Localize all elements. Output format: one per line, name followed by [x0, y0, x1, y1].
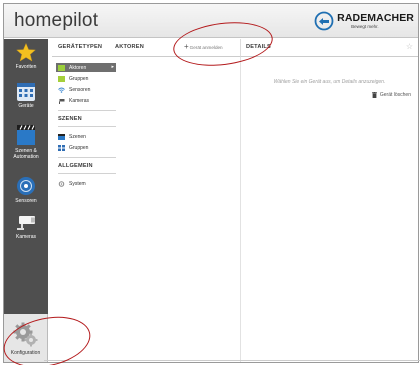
star-icon [16, 43, 36, 62]
list-item-label: Szenen [69, 133, 86, 140]
scene-icon [17, 125, 35, 145]
list-item-szenen-gruppen[interactable]: Gruppen [58, 143, 88, 152]
camera-icon [17, 216, 35, 230]
sidebar-item-label: Geräte [18, 103, 34, 109]
brand-tagline: Bewegt mehr. [351, 23, 379, 29]
trash-icon [371, 92, 377, 98]
list-item-system[interactable]: System [58, 179, 86, 188]
sidebar-item-label: Szenen & Automation [13, 148, 39, 160]
sidebar-item-favoriten[interactable]: Favoriten [4, 43, 48, 81]
sidebar-item-label: Kameras [15, 234, 36, 240]
sensor-icon [17, 177, 35, 195]
main-sidebar: Favoriten Geräte Szenen & Automation Sen… [4, 39, 48, 362]
divider [58, 173, 116, 174]
group-icon [58, 75, 65, 82]
list-item-label: Gruppen [69, 75, 89, 82]
favorite-star-icon[interactable]: ☆ [406, 42, 413, 51]
details-panel: DETAILS ☆ Wählen Sie ein Gerät aus, um D… [241, 39, 418, 362]
list-item-label: Gruppen [69, 144, 89, 151]
sidebar-item-szenen-automation[interactable]: Szenen & Automation [4, 124, 48, 174]
actuator-icon [58, 64, 65, 71]
list-item-label: Aktoren [69, 64, 87, 71]
chevron-right-icon: ▸ [111, 64, 114, 70]
details-hint: Wählen Sie ein Gerät aus, um Details anz… [273, 79, 386, 85]
device-grid-icon [17, 83, 35, 101]
sidebar-item-sensoren[interactable]: Sensoren [4, 176, 48, 214]
sidebar-item-label: Sensoren [15, 198, 37, 204]
list-item-label: Kameras [69, 97, 90, 104]
list-item-label: System [69, 180, 86, 187]
camera-small-icon [59, 98, 65, 104]
sensor-wifi-icon [58, 87, 65, 93]
scene-small-icon [58, 133, 65, 140]
divider [58, 157, 116, 158]
sidebar-item-geraete[interactable]: Geräte [4, 83, 48, 121]
list-item-label: Sensoren [69, 86, 91, 93]
rademacher-logo-icon [314, 11, 334, 31]
delete-device-button[interactable]: Gerät löschen [371, 92, 411, 98]
section-header-szenen: SZENEN [58, 116, 82, 122]
brand-logo: RADEMACHER Bewegt mehr. [314, 11, 414, 31]
list-item-gruppen[interactable]: Gruppen [58, 74, 88, 83]
divider [58, 110, 116, 111]
sidebar-item-kameras[interactable]: Kameras [4, 214, 48, 254]
tab-aktoren[interactable]: AKTOREN [115, 44, 144, 50]
tab-geraetetypen[interactable]: GERÄTETYPEN [58, 44, 102, 50]
delete-device-label: Gerät löschen [379, 92, 411, 98]
list-item-kameras[interactable]: Kameras [58, 96, 89, 105]
device-type-column: GERÄTETYPEN AKTOREN Aktoren ▸ Gruppen Se… [52, 39, 178, 362]
device-list [178, 57, 241, 362]
sidebar-item-label: Favoriten [15, 64, 37, 70]
brand-name: RADEMACHER [337, 11, 414, 24]
list-item-sensoren[interactable]: Sensoren [58, 85, 90, 94]
divider [58, 126, 116, 127]
column-tabs: GERÄTETYPEN AKTOREN [52, 39, 178, 57]
list-item-szenen[interactable]: Szenen [58, 132, 86, 141]
bottom-border [44, 360, 420, 361]
system-icon [58, 180, 65, 187]
section-header-allgemein: ALLGEMEIN [58, 163, 93, 169]
app-title: homepilot [14, 10, 99, 31]
list-item-aktoren[interactable]: Aktoren ▸ [56, 63, 116, 72]
group-grid-icon [58, 144, 65, 151]
